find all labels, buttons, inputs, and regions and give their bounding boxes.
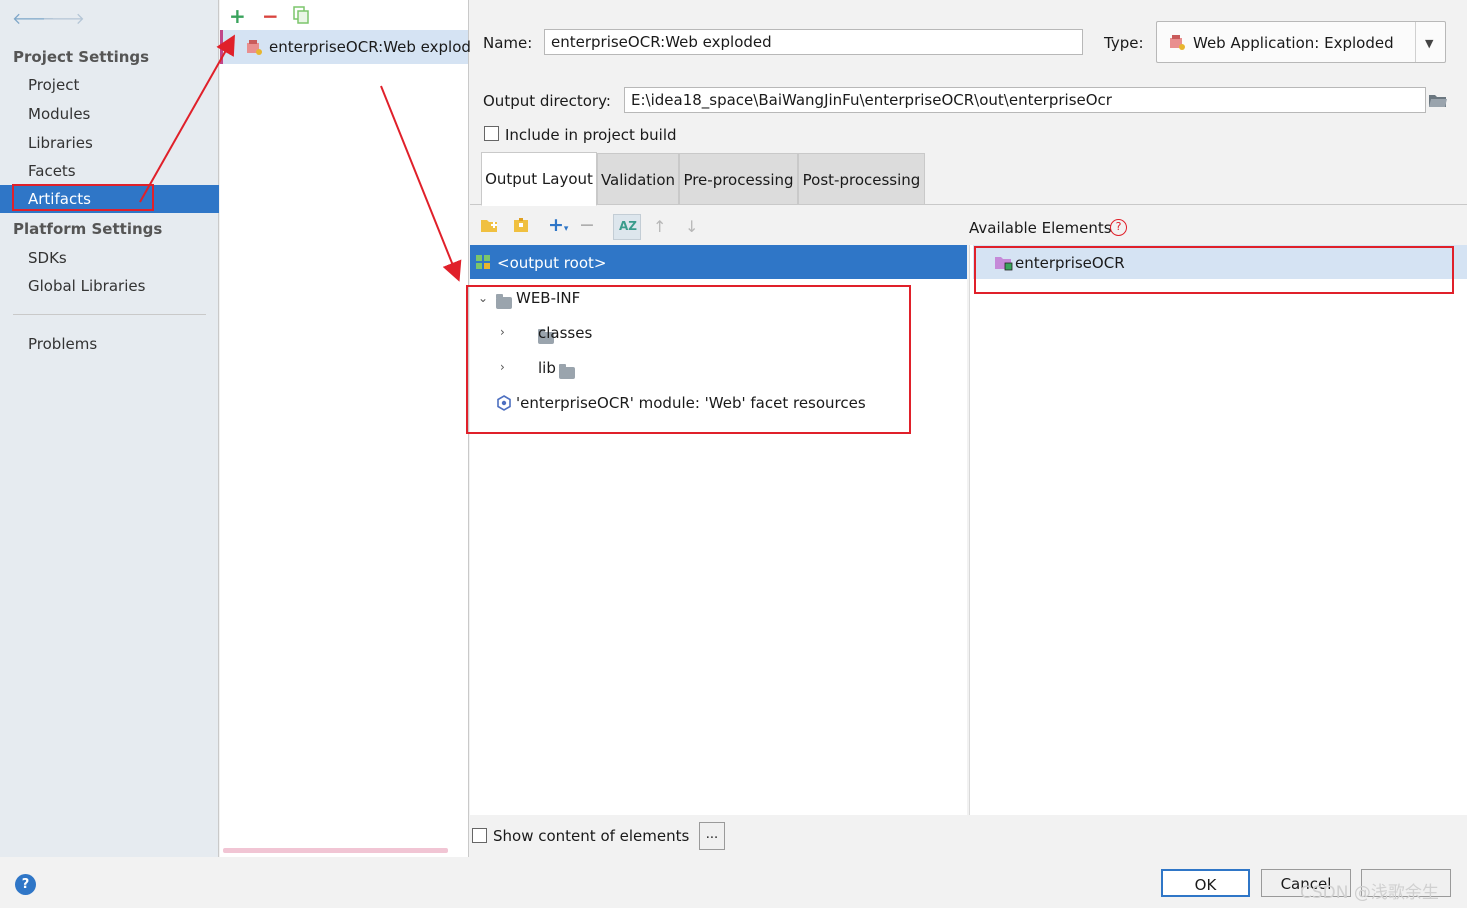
nav-item-facets[interactable]: Facets [28, 162, 76, 180]
available-elements-title: Available Elements [969, 219, 1112, 237]
layout-tree-highlight-box [466, 285, 911, 434]
tree-row-output-root[interactable]: <output root> [470, 245, 967, 279]
name-input[interactable]: enterpriseOCR:Web exploded [544, 29, 1083, 55]
help-icon[interactable]: ? [1110, 219, 1127, 236]
remove-element-icon[interactable]: − [579, 214, 595, 236]
section-project-settings: Project Settings [13, 48, 150, 66]
forward-arrow-icon[interactable]: 🡒 [42, 8, 85, 28]
remove-icon[interactable]: − [262, 4, 279, 28]
help-icon[interactable]: ? [15, 874, 36, 895]
artifacts-highlight-box [12, 184, 154, 211]
artifact-list-item[interactable]: enterpriseOCR:Web exploded [220, 30, 471, 64]
type-select-value: Web Application: Exploded [1193, 34, 1394, 52]
tab-validation[interactable]: Validation [597, 153, 679, 205]
add-element-icon[interactable]: +▾ [548, 214, 568, 236]
output-directory-input[interactable]: E:\idea18_space\BaiWangJinFu\enterpriseO… [624, 87, 1426, 113]
available-elements-highlight-box [974, 246, 1454, 294]
nav-item-global-libraries[interactable]: Global Libraries [28, 277, 145, 295]
name-label: Name: [483, 34, 533, 52]
create-archive-icon[interactable] [512, 217, 530, 237]
include-in-build-label: Include in project build [505, 126, 677, 144]
watermark: CSDN @浅歌余生 [1300, 883, 1439, 903]
move-up-icon[interactable]: ↑ [653, 217, 666, 236]
output-directory-label: Output directory: [483, 92, 611, 110]
nav-divider [13, 314, 206, 315]
section-platform-settings: Platform Settings [13, 220, 163, 238]
nav-item-problems[interactable]: Problems [28, 335, 97, 353]
include-in-build-checkbox[interactable] [484, 126, 499, 141]
horizontal-scrollbar[interactable] [223, 848, 448, 853]
web-application-icon [1169, 34, 1185, 54]
web-artifact-icon [246, 39, 262, 59]
nav-item-modules[interactable]: Modules [28, 105, 90, 123]
combo-divider [1415, 22, 1416, 62]
copy-icon[interactable] [293, 6, 309, 24]
type-label: Type: [1104, 34, 1144, 52]
folder-browse-icon[interactable] [1428, 92, 1448, 112]
ok-button[interactable]: OK [1161, 869, 1250, 897]
tab-output-layout[interactable]: Output Layout [481, 152, 597, 206]
tab-post-processing[interactable]: Post-processing [798, 153, 925, 205]
output-root-icon [475, 254, 491, 274]
chevron-down-icon[interactable]: ▼ [1425, 37, 1433, 50]
type-select[interactable]: Web Application: Exploded ▼ [1156, 21, 1446, 63]
artifacts-list-panel: + − enterpriseOCR:Web exploded [220, 0, 471, 857]
show-content-label: Show content of elements [493, 827, 690, 845]
nav-item-sdks[interactable]: SDKs [28, 249, 67, 267]
move-down-icon[interactable]: ↓ [685, 217, 698, 236]
ellipsis-button[interactable]: ... [699, 822, 725, 850]
artifact-list-item-label: enterpriseOCR:Web exploded [269, 38, 471, 56]
available-elements-tree [969, 245, 1467, 815]
nav-item-project[interactable]: Project [28, 76, 79, 94]
tab-pre-processing[interactable]: Pre-processing [679, 153, 798, 205]
output-root-label: <output root> [497, 254, 607, 272]
sort-alphabetically-icon[interactable]: AZ [613, 214, 641, 240]
settings-nav: 🡐 🡒 Project Settings Project Modules Lib… [0, 0, 219, 857]
nav-item-libraries[interactable]: Libraries [28, 134, 93, 152]
create-directory-icon[interactable] [480, 217, 498, 237]
add-icon[interactable]: + [229, 4, 246, 28]
show-content-checkbox[interactable] [472, 828, 487, 843]
